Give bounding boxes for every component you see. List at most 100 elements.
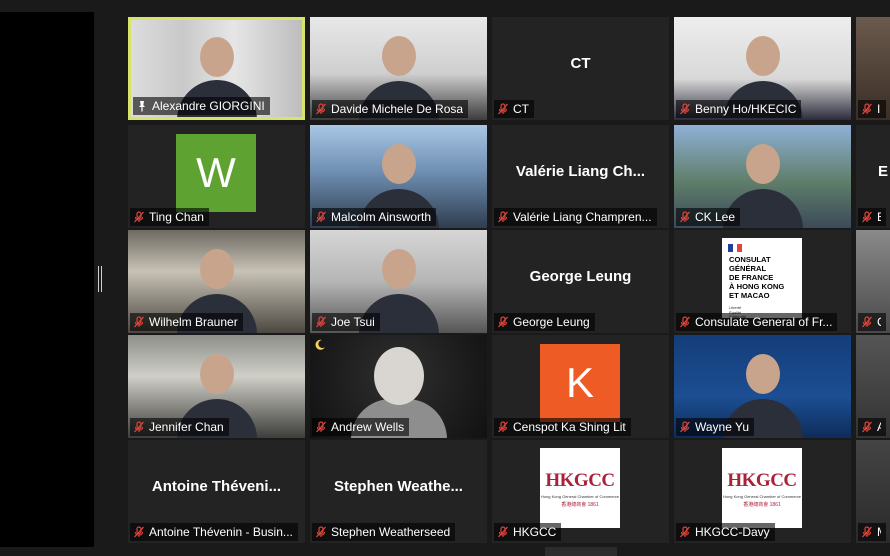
person-silhouette <box>381 248 416 289</box>
participant-tile-hkgcc-davy[interactable]: HKGCC Hong Kong General Chamber of Commer… <box>674 440 851 543</box>
mic-muted-icon <box>861 526 873 538</box>
display-name-large: Antoine Théveni... <box>151 478 282 495</box>
person-silhouette <box>199 37 234 78</box>
participant-tile-george-leung[interactable]: George Leung George Leung <box>492 230 669 333</box>
french-flag-icon <box>728 244 743 252</box>
participant-tile-ca[interactable]: Ca <box>856 230 890 333</box>
participant-tile-joe-tsui[interactable]: Joe Tsui <box>310 230 487 333</box>
mic-muted-icon <box>679 316 691 328</box>
consulate-logo-text: CONSULAT GÉNÉRAL DE FRANCE À HONG KONG ET MA… <box>729 255 784 300</box>
person-silhouette <box>199 248 234 289</box>
pin-icon <box>136 100 148 112</box>
participant-tile-antoine-th-venin-busin[interactable]: Antoine Théveni... Antoine Thévenin - Bus… <box>128 440 305 543</box>
participant-tile-hkgcc[interactable]: HKGCC Hong Kong General Chamber of Commer… <box>492 440 669 543</box>
participant-name-bar: Benny Ho/HKECIC <box>676 100 802 118</box>
participant-name: Benny Ho/HKECIC <box>695 102 797 116</box>
person-silhouette <box>745 143 780 184</box>
display-name-large: CT <box>570 55 591 72</box>
participant-name-bar: Davide Michele De Rosa <box>312 100 469 118</box>
participant-name: Wayne Yu <box>695 420 750 434</box>
participant-tile-jennifer-chan[interactable]: Jennifer Chan <box>128 335 305 438</box>
participant-tile-ting-chan[interactable]: W Ting Chan <box>128 125 305 228</box>
person-silhouette <box>745 353 780 394</box>
display-name-large: Stephen Weathe... <box>334 478 463 495</box>
participant-name-bar: CK Lee <box>676 208 741 226</box>
mic-muted-icon <box>679 103 691 115</box>
logo-line: DE FRANCE <box>729 273 774 282</box>
participant-name-bar: Wilhelm Brauner <box>130 313 243 331</box>
participant-tile-i[interactable]: Iñ <box>856 17 890 120</box>
participant-name-bar: Ca <box>858 313 886 331</box>
participant-name-bar: Censpot Ka Shing Lit <box>494 418 631 436</box>
participant-name: Davide Michele De Rosa <box>331 102 464 116</box>
participant-name: Valérie Liang Champren... <box>513 210 652 224</box>
participant-name: Malcolm Ainsworth <box>331 210 432 224</box>
consulate-logo: CONSULAT GÉNÉRAL DE FRANCE À HONG KONG ET MA… <box>722 238 802 318</box>
participant-name-bar: Andrew Wells <box>312 418 410 436</box>
participant-tile-wilhelm-brauner[interactable]: Wilhelm Brauner <box>128 230 305 333</box>
participant-name-bar: Joe Tsui <box>312 313 380 331</box>
person-silhouette <box>199 353 234 394</box>
mic-muted-icon <box>133 316 145 328</box>
hkgcc-logo-subtitle: Hong Kong General Chamber of Commerce <box>722 494 802 499</box>
participant-tile-al[interactable]: Al <box>856 335 890 438</box>
participant-tile-m[interactable]: M <box>856 440 890 543</box>
participant-tile-eb[interactable]: E Eb <box>856 125 890 228</box>
person-silhouette <box>373 347 424 406</box>
participant-name-bar: HKGCC-Davy <box>676 523 775 541</box>
participant-name: Eb <box>877 210 881 224</box>
logo-line: GÉNÉRAL <box>729 264 767 273</box>
participant-name-bar: M <box>858 523 886 541</box>
participant-name: Jennifer Chan <box>149 420 224 434</box>
mic-muted-icon <box>497 316 509 328</box>
participant-name: Andrew Wells <box>331 420 405 434</box>
participant-name-bar: Al <box>858 418 886 436</box>
participant-tile-censpot-ka-shing-lit[interactable]: K Censpot Ka Shing Lit <box>492 335 669 438</box>
moon-icon <box>315 339 325 350</box>
participant-name: CT <box>513 102 529 116</box>
mic-muted-icon <box>133 211 145 223</box>
logo-line: À HONG KONG <box>729 282 785 291</box>
hkgcc-logo-chinese: 香港總商會 1861 <box>561 502 599 508</box>
mic-muted-icon <box>497 103 509 115</box>
participant-tile-ck-lee[interactable]: CK Lee <box>674 125 851 228</box>
participant-name: Stephen Weatherseed <box>331 525 451 539</box>
participant-tile-malcolm-ainsworth[interactable]: Malcolm Ainsworth <box>310 125 487 228</box>
participant-tile-wayne-yu[interactable]: Wayne Yu <box>674 335 851 438</box>
mic-muted-icon <box>315 211 327 223</box>
participant-tile-val-rie-liang-champren[interactable]: Valérie Liang Ch... Valérie Liang Champre… <box>492 125 669 228</box>
participant-name-bar: Consulate General of Fr... <box>676 313 838 331</box>
participant-tile-davide-michele-de-rosa[interactable]: Davide Michele De Rosa <box>310 17 487 120</box>
participant-name: Wilhelm Brauner <box>149 315 238 329</box>
hkgcc-logo-text: HKGCC <box>727 470 797 491</box>
hkgcc-logo-text: HKGCC <box>545 470 615 491</box>
participant-tile-benny-ho-hkecic[interactable]: Benny Ho/HKECIC <box>674 17 851 120</box>
participant-name-bar: Eb <box>858 208 886 226</box>
mic-muted-icon <box>861 211 873 223</box>
display-name-large: Valérie Liang Ch... <box>515 163 646 180</box>
participant-tile-ct[interactable]: CT CT <box>492 17 669 120</box>
participant-name-bar: Antoine Thévenin - Busin... <box>130 523 298 541</box>
participant-name-bar: Iñ <box>858 100 886 118</box>
mic-muted-icon <box>679 421 691 433</box>
participant-tile-consulate-general-of-fr[interactable]: CONSULAT GÉNÉRAL DE FRANCE À HONG KONG ET MA… <box>674 230 851 333</box>
participant-name: CK Lee <box>695 210 736 224</box>
display-name-large: George Leung <box>529 268 632 285</box>
person-silhouette <box>745 35 780 76</box>
hkgcc-logo: HKGCC Hong Kong General Chamber of Commer… <box>540 448 620 528</box>
avatar-initial: W <box>176 134 256 212</box>
mic-muted-icon <box>315 103 327 115</box>
participant-tile-stephen-weatherseed[interactable]: Stephen Weathe... Stephen Weatherseed <box>310 440 487 543</box>
participant-name-bar: Stephen Weatherseed <box>312 523 456 541</box>
hkgcc-logo-chinese: 香港總商會 1861 <box>743 502 781 508</box>
hkgcc-logo: HKGCC Hong Kong General Chamber of Commer… <box>722 448 802 528</box>
person-silhouette <box>381 35 416 76</box>
participant-name: Alexandre GIORGINI <box>152 99 265 113</box>
participant-name: Censpot Ka Shing Lit <box>513 420 626 434</box>
page-indicator-bar[interactable] <box>545 547 617 556</box>
participant-name: Consulate General of Fr... <box>695 315 833 329</box>
participant-tile-andrew-wells[interactable]: Andrew Wells <box>310 335 487 438</box>
participant-tile-alexandre-giorgini[interactable]: Alexandre GIORGINI <box>128 17 305 120</box>
mic-muted-icon <box>315 421 327 433</box>
mic-muted-icon <box>861 316 873 328</box>
